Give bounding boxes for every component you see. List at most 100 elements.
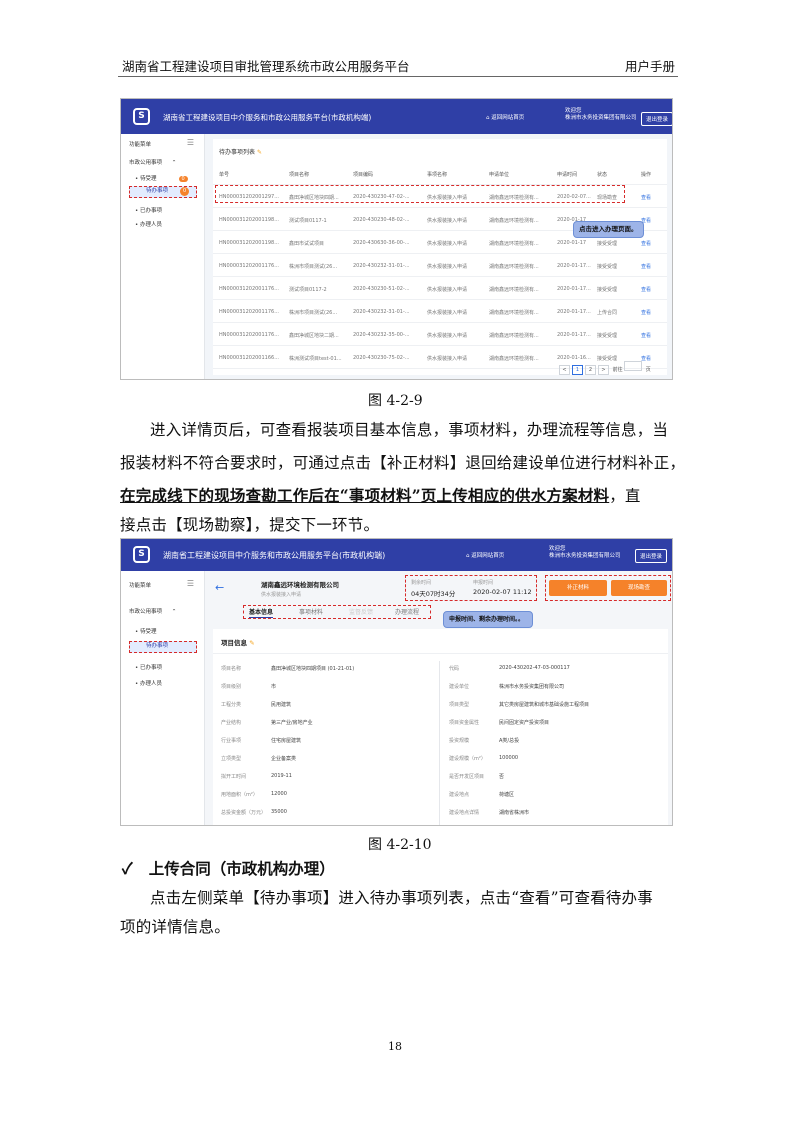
table-cell: 供水报装接入申请	[427, 264, 468, 270]
project-info-panel: 项目信息 ✎ 项目名称 鑫田净城区地块四期项目 (01-21-01) 代码 2020-…	[213, 629, 668, 825]
table-cell: 供水报装接入申请	[427, 218, 468, 224]
platform-logo-icon: S	[133, 108, 150, 125]
field-value: 第三产业/房地产业	[271, 720, 313, 726]
view-link[interactable]: 查看	[641, 263, 651, 270]
welcome-line2: 株洲市水务投资集团有限公司	[565, 115, 637, 121]
sidebar-item-done[interactable]: • 已办事项	[135, 206, 162, 214]
page-jump-input[interactable]	[624, 361, 643, 371]
top-bar: S 湖南省工程建设项目中介服务和市政公用服务平台(市政机构端) ⌂ 返回网站首页…	[121, 99, 672, 134]
submit-time-value: 2020-02-07 11:12	[473, 588, 532, 596]
site-survey-button[interactable]: 现场勘查	[611, 580, 667, 596]
table-row: HN000031202001176... 株洲市项目测试(26... 2020-43…	[213, 255, 667, 277]
emphasis-text: 在完成线下的现场查勘工作后在“事项材料”页上传相应的供水方案材料	[120, 486, 610, 505]
remaining-time-value: 04天07时34分	[411, 590, 456, 598]
detail-area: ← 湖南鑫远环境检测有限公司 供水报装接入申请 剩余时间 04天07时34分 申…	[205, 571, 672, 825]
field-value: 民间固定资产投资项目	[499, 720, 550, 726]
table-cell: 鑫田净城区地块二期...	[289, 333, 339, 339]
field-label: 拟开工时间	[221, 774, 247, 780]
view-link[interactable]: 查看	[641, 194, 651, 201]
hamburger-icon[interactable]: ☰	[187, 138, 194, 147]
table-cell: 2020-430230-75-02-...	[353, 355, 410, 361]
field-value: 12000	[271, 791, 287, 797]
paragraph-line: 在完成线下的现场查勘工作后在“事项材料”页上传相应的供水方案材料，直	[120, 484, 641, 506]
view-link[interactable]: 查看	[641, 286, 651, 293]
field-value: 35000	[271, 809, 287, 815]
company-name: 湖南鑫远环境检测有限公司	[261, 581, 339, 589]
field-label: 行业事项	[221, 738, 242, 744]
table-cell: 接受受理	[597, 333, 618, 339]
page-unit: 页	[645, 367, 651, 373]
sidebar-group[interactable]: 市政公用事项 ⌃	[129, 158, 176, 166]
prev-page-button[interactable]: <	[559, 365, 570, 375]
table-cell: 供水报装接入申请	[427, 356, 468, 362]
column-header: 事项名称	[427, 172, 448, 178]
table-row: HN000031202001176... 测试项目0117-2 2020-43023…	[213, 278, 667, 300]
table-cell: HN000031202001176...	[219, 263, 279, 269]
hamburger-icon[interactable]: ☰	[187, 579, 194, 588]
page-button-1[interactable]: 1	[572, 365, 583, 375]
system-title: 湖南省工程建设项目中介服务和市政公用服务平台(市政机构端)	[163, 551, 386, 560]
tab-feedback[interactable]: 监督反馈	[349, 607, 373, 616]
view-link[interactable]: 查看	[641, 309, 651, 316]
logout-button[interactable]: 退出登录	[635, 549, 668, 563]
table-cell: 测试项目0117-2	[289, 287, 327, 293]
field-value: 鑫田净城区地块四期项目 (01-21-01)	[271, 666, 355, 672]
table-cell: 2020-430232-31-01-...	[353, 309, 410, 315]
logout-button[interactable]: 退出登录	[641, 112, 672, 126]
sidebar: 功能菜单 ☰ 市政公用事项 ⌃ • 待受理 待办事项 • 已办事项 • 办理人员	[121, 571, 205, 825]
view-link[interactable]: 查看	[641, 332, 651, 339]
checkmark-icon: ✓	[122, 859, 133, 878]
tab-basic-info[interactable]: 基本信息	[249, 607, 274, 618]
next-page-button[interactable]: >	[598, 365, 609, 375]
section-heading: ✓ 上传合同（市政机构办理）	[122, 857, 335, 879]
sidebar-item-label: 已办事项	[140, 665, 163, 671]
sidebar-item-todo[interactable]: 待办事项 0	[129, 186, 197, 198]
table-cell: 2020-01-17...	[557, 286, 591, 292]
sidebar-item-pending-accept[interactable]: • 待受理 0	[135, 174, 188, 182]
welcome-line1: 欢迎您	[549, 546, 566, 552]
field-label: 产业结构	[221, 720, 242, 726]
table-cell: 鑫田市试试项目	[289, 241, 325, 247]
sidebar-item-pending-accept[interactable]: • 待受理	[135, 627, 157, 635]
caption-figure-1: 图 4-2-9	[368, 393, 423, 409]
task-list-panel: 待办事项列表 ✎ 单号 项目名称 项目编码 事项名称 申请单位 申请时间 状态 操作 HN000…	[213, 139, 667, 375]
heading-text: 上传合同（市政机构办理）	[148, 859, 335, 878]
table-cell: 湖南鑫远环境检测有...	[489, 333, 539, 339]
table-cell: 供水报装接入申请	[427, 310, 468, 316]
sidebar-item-staff[interactable]: • 办理人员	[135, 679, 162, 687]
remaining-time-label: 剩余时间	[411, 580, 432, 586]
sidebar: 功能菜单 ☰ 市政公用事项 ⌃ • 待受理 0 待办事项 0 • 已办事项 • 办理…	[121, 134, 205, 379]
table-cell: 2020-430230-48-02-...	[353, 217, 410, 223]
sidebar-item-staff[interactable]: • 办理人员	[135, 220, 162, 228]
page-button-2[interactable]: 2	[585, 365, 596, 375]
table-cell: 供水报装接入申请	[427, 241, 468, 247]
welcome-line1: 欢迎您	[565, 108, 582, 114]
sidebar-group-label: 市政公用事项	[129, 609, 163, 615]
welcome-text: 欢迎您 株洲市水务投资集团有限公司	[549, 546, 621, 560]
field-value: 荷塘区	[499, 792, 515, 798]
sidebar-group-label: 市政公用事项	[129, 160, 163, 166]
sidebar-item-todo[interactable]: 待办事项	[129, 641, 197, 653]
sidebar-item-label: 待办事项	[146, 188, 169, 194]
home-link[interactable]: ⌂ 返回网站首页	[486, 113, 524, 121]
paragraph-line: 报装材料不符合要求时，可通过点击【补正材料】退回给建设单位进行材料补正，	[120, 454, 686, 472]
home-link[interactable]: ⌂ 返回网站首页	[466, 551, 504, 559]
menu-label: 功能菜单	[129, 142, 152, 148]
table-cell: 湖南鑫远环境检测有...	[489, 264, 539, 270]
sidebar-item-label: 办理人员	[140, 222, 163, 228]
table-cell: 湖南鑫远环境检测有...	[489, 241, 539, 247]
table-row: HN000031202001176... 鑫田净城区地块二期... 2020-430…	[213, 324, 667, 346]
table-cell: 接受受理	[597, 241, 618, 247]
view-link[interactable]: 查看	[641, 240, 651, 247]
tab-process[interactable]: 办理流程	[395, 607, 419, 616]
field-label: 投资规模	[449, 738, 470, 744]
back-arrow-icon[interactable]: ←	[215, 581, 224, 594]
supplement-material-button[interactable]: 补正材料	[549, 580, 607, 596]
sidebar-item-label: 已办事项	[140, 208, 163, 214]
pin-icon: ✎	[256, 149, 262, 156]
sidebar-group[interactable]: 市政公用事项 ⌃	[129, 607, 176, 615]
sidebar-item-done[interactable]: • 已办事项	[135, 663, 162, 671]
table-cell: 2020-430232-35-00-...	[353, 332, 410, 338]
field-label: 建设单位	[449, 684, 470, 690]
tab-materials[interactable]: 事项材料	[299, 607, 323, 616]
